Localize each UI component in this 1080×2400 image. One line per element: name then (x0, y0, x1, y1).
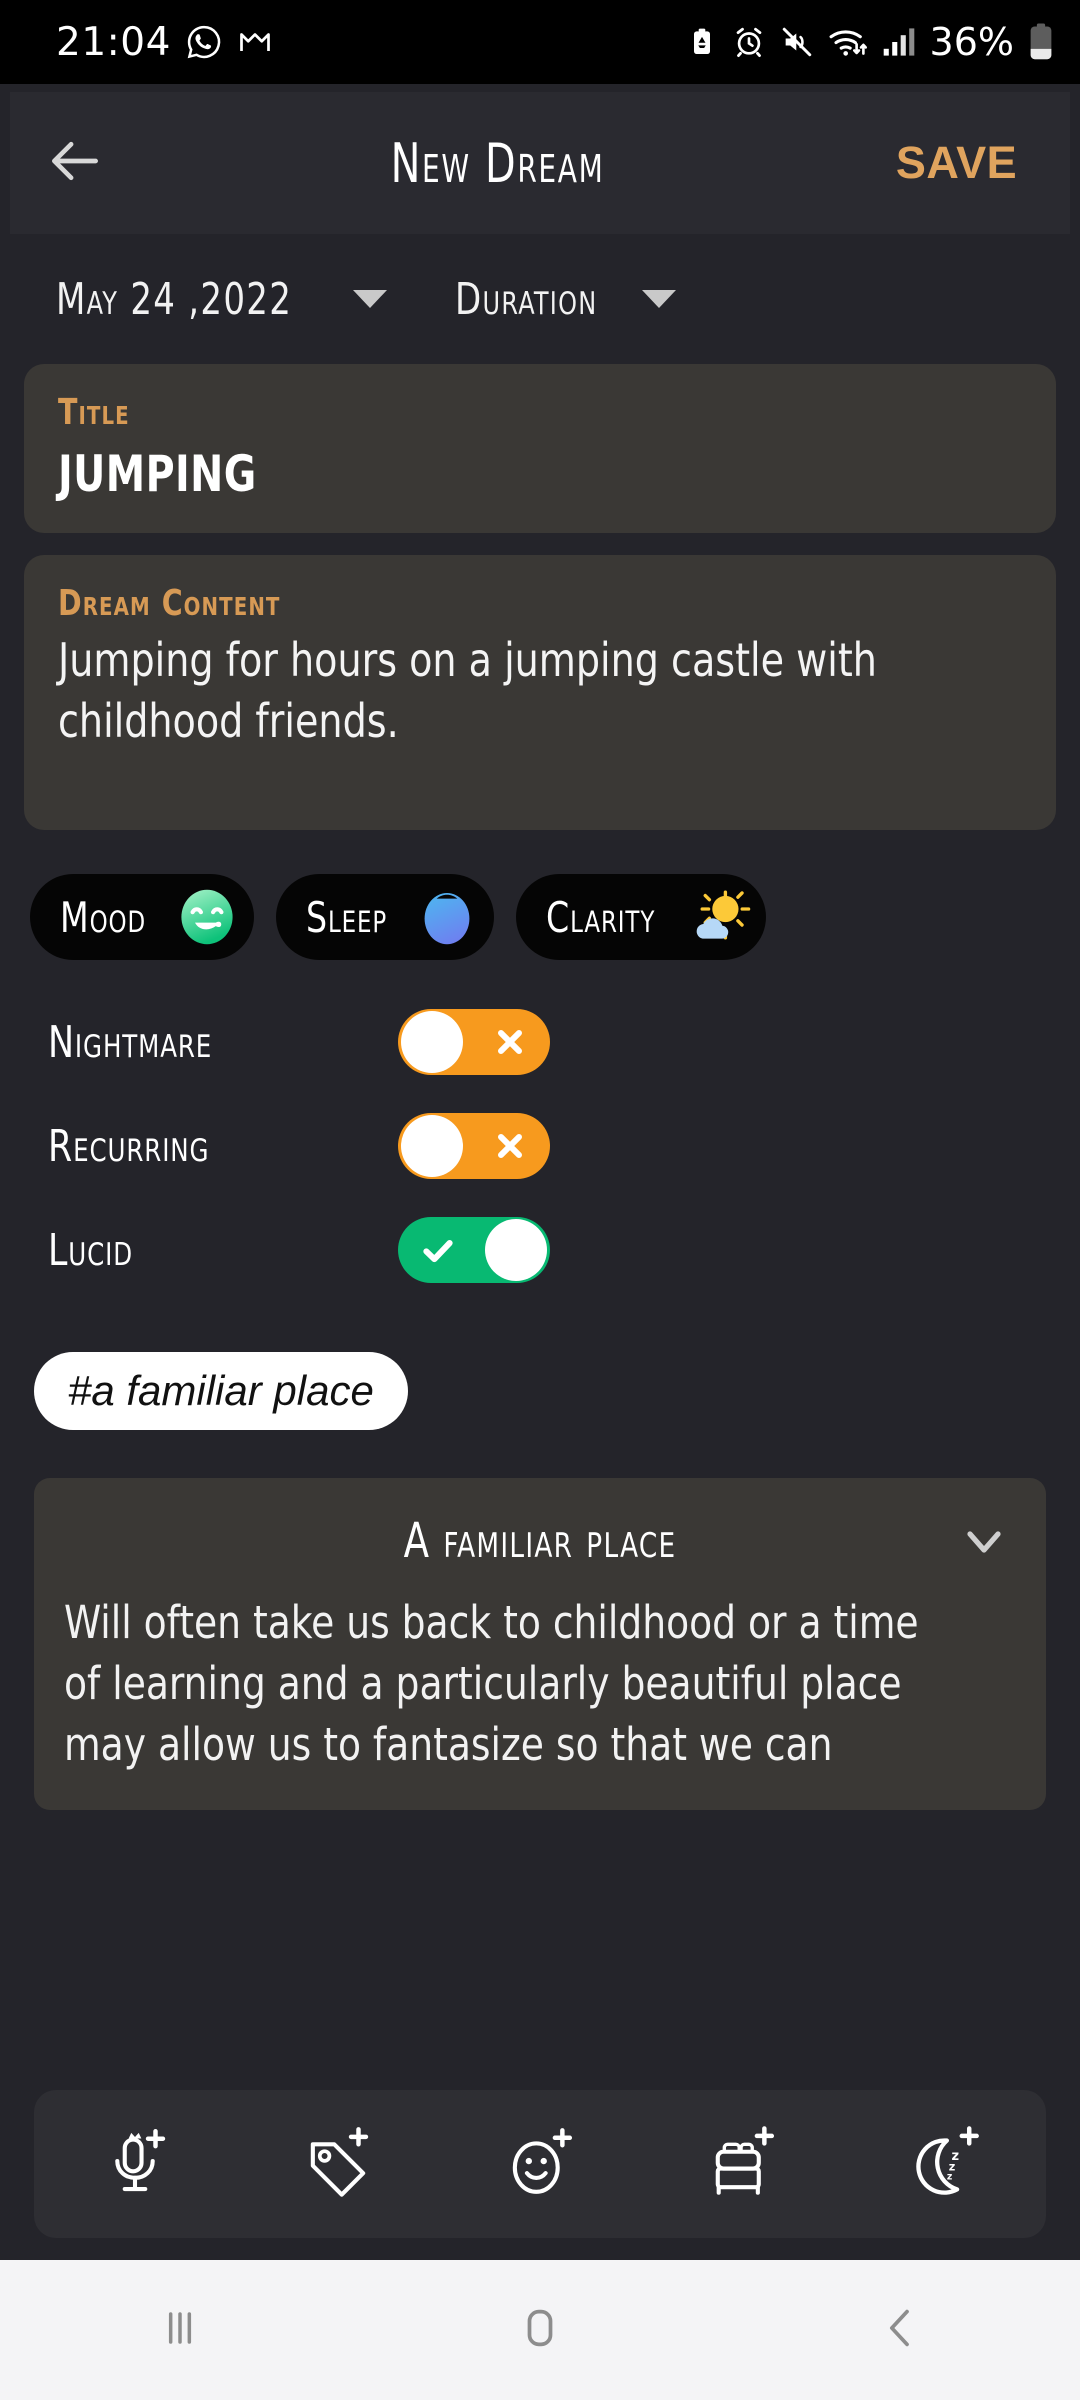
nav-back-icon (872, 2300, 928, 2361)
wifi-icon (828, 25, 868, 59)
android-nav-bar (0, 2260, 1080, 2400)
duration-selector[interactable]: Duration (455, 274, 677, 325)
gmail-icon (237, 24, 273, 60)
smiley-face-icon (174, 884, 240, 950)
toggle-knob (401, 1011, 463, 1073)
bottom-toolbar: z z z (34, 2090, 1046, 2238)
toolbar-add-sleep[interactable] (667, 2104, 817, 2224)
home-button[interactable] (440, 2260, 640, 2400)
whatsapp-icon (185, 23, 223, 61)
status-bar-right: 36% (686, 20, 1054, 64)
toggle-label-lucid: Lucid (48, 1224, 134, 1276)
meta-row: May 24 ,2022 Duration (0, 234, 1080, 364)
chip-mood[interactable]: Mood (30, 874, 254, 960)
title-input-value[interactable]: JUMPING (58, 445, 906, 503)
cross-icon (474, 1009, 546, 1075)
toggle-list: Nightmare Recurring Lucid (0, 960, 1080, 1302)
nav-back-button[interactable] (800, 2260, 1000, 2400)
back-button[interactable] (10, 130, 140, 197)
status-bar: 21:04 36% (0, 0, 1080, 84)
chevron-down-icon[interactable] (960, 1522, 1008, 1567)
sleep-drop-icon (414, 884, 480, 950)
status-clock: 21:04 (56, 19, 171, 65)
chevron-down-icon (642, 290, 677, 308)
toolbar-add-clarity[interactable]: z z z (870, 2104, 1020, 2224)
attribute-chips: Mood Sleep Clarity (0, 852, 1080, 960)
app-screen: 21:04 36% New Dream SAVE May 24 ,2022 Du… (0, 0, 1080, 2400)
duration-label: Duration (454, 273, 598, 325)
dream-content-value[interactable]: Jumping for hours on a jumping castle wi… (58, 630, 945, 752)
mute-icon (780, 25, 814, 59)
tag-add-icon (297, 2121, 379, 2208)
chip-sleep-label: Sleep (305, 892, 387, 942)
dream-content-label: Dream Content (58, 583, 281, 624)
chip-clarity-label: Clarity (546, 892, 656, 942)
battery-percent: 36% (929, 20, 1014, 64)
app-bar: New Dream SAVE (10, 92, 1070, 234)
toggle-lucid[interactable] (398, 1217, 550, 1283)
tag-info-card[interactable]: A familiar place Will often take us back… (34, 1478, 1046, 1810)
recents-icon (152, 2300, 208, 2361)
title-card-label: Title (58, 392, 130, 433)
toggle-label-recurring: Recurring (48, 1120, 210, 1172)
signal-icon (882, 26, 916, 58)
chip-mood-label: Mood (60, 892, 147, 942)
back-arrow-icon (44, 130, 106, 197)
home-icon (512, 2300, 568, 2361)
toggle-knob (401, 1115, 463, 1177)
alarm-icon (732, 25, 766, 59)
toggle-row-recurring: Recurring (0, 1094, 1080, 1198)
toggle-nightmare[interactable] (398, 1009, 550, 1075)
tag-info-title: A familiar place (403, 1513, 677, 1569)
svg-text:z: z (947, 2171, 952, 2182)
title-card[interactable]: Title JUMPING (24, 364, 1056, 533)
tag-chip[interactable]: #a familiar place (34, 1352, 408, 1430)
microphone-add-icon (94, 2121, 176, 2208)
tag-list: #a familiar place (0, 1302, 1080, 1430)
toolbar-add-mood[interactable] (465, 2104, 615, 2224)
toolbar-add-tag[interactable] (263, 2104, 413, 2224)
sun-behind-cloud-icon (686, 884, 752, 950)
tag-info-header[interactable]: A familiar place (64, 1504, 1016, 1578)
chip-clarity[interactable]: Clarity (516, 874, 767, 960)
battery-saver-icon (686, 26, 718, 58)
bed-add-icon (701, 2121, 783, 2208)
chip-sleep[interactable]: Sleep (275, 874, 494, 960)
toggle-knob (485, 1219, 547, 1281)
cross-icon (474, 1113, 546, 1179)
recents-button[interactable] (80, 2260, 280, 2400)
chevron-down-icon (352, 290, 387, 308)
main-content: May 24 ,2022 Duration Title JUMPING Drea… (0, 234, 1080, 1810)
emoji-add-icon (499, 2121, 581, 2208)
moon-zzz-add-icon: z z z (904, 2121, 986, 2208)
status-bar-left: 21:04 (56, 20, 273, 65)
save-button[interactable]: SAVE (855, 137, 1070, 189)
check-icon (402, 1217, 474, 1283)
toggle-row-nightmare: Nightmare (0, 990, 1080, 1094)
tag-info-body: Will often take us back to childhood or … (64, 1596, 919, 1772)
toolbar-add-voice[interactable] (60, 2104, 210, 2224)
dream-content-card[interactable]: Dream Content Jumping for hours on a jum… (24, 555, 1056, 830)
date-selector[interactable]: May 24 ,2022 (56, 274, 387, 325)
page-title: New Dream (390, 131, 605, 195)
toggle-recurring[interactable] (398, 1113, 550, 1179)
toggle-label-nightmare: Nightmare (48, 1016, 213, 1068)
toggle-row-lucid: Lucid (0, 1198, 1080, 1302)
battery-icon (1028, 23, 1054, 61)
date-value: May 24 ,2022 (56, 273, 293, 325)
